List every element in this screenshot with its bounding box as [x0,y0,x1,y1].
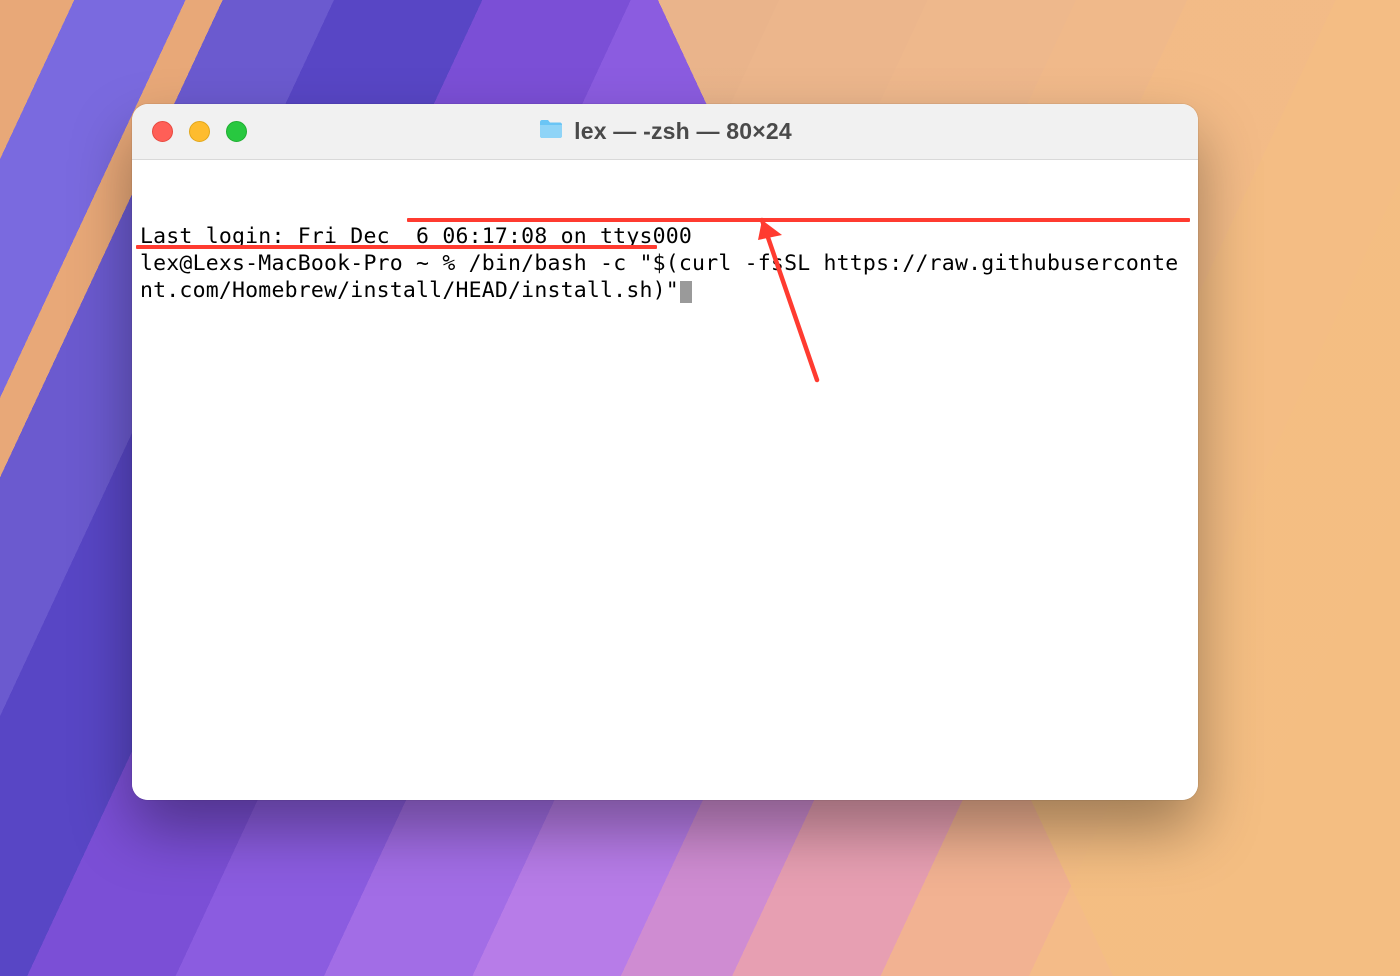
close-button[interactable] [152,121,173,142]
window-titlebar[interactable]: lex — -zsh — 80×24 [132,104,1198,160]
folder-icon [538,118,564,145]
minimize-button[interactable] [189,121,210,142]
zoom-button[interactable] [226,121,247,142]
annotation-underline-2 [136,245,657,249]
terminal-cursor [680,281,692,303]
terminal-content[interactable]: Last login: Fri Dec 6 06:17:08 on ttys00… [132,160,1198,800]
window-title-area: lex — -zsh — 80×24 [132,118,1198,145]
shell-prompt: lex@Lexs-MacBook-Pro ~ % [140,251,469,276]
window-title: lex — -zsh — 80×24 [574,118,792,145]
terminal-window: lex — -zsh — 80×24 Last login: Fri Dec 6… [132,104,1198,800]
window-controls [132,121,247,142]
annotation-underline-1 [407,218,1190,222]
